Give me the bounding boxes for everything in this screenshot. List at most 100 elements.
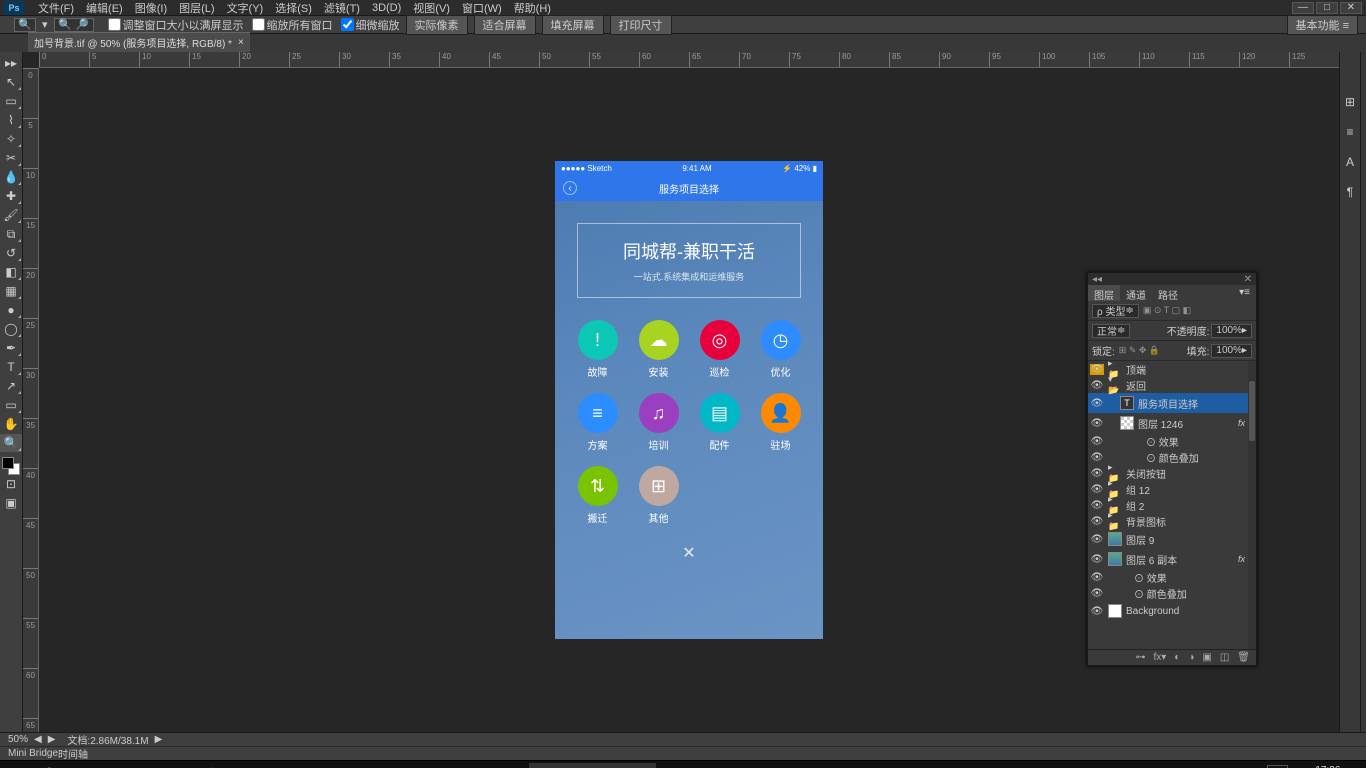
brush-tool[interactable]: 🖌 [0,206,22,224]
taskbar-window[interactable]: e上传案例_特创易 - ... [363,763,491,768]
taskbar-app[interactable]: e [164,763,196,768]
visibility-icon[interactable]: 👁 [1090,588,1104,599]
panel-close[interactable]: ✕ [1244,274,1252,285]
marquee-tool[interactable]: ▭ [0,92,22,110]
tab-timeline[interactable]: 时间轴 [58,746,88,761]
menu-item[interactable]: 选择(S) [269,0,318,16]
menu-item[interactable]: 滤镜(T) [318,0,366,16]
taskbar-window[interactable]: 🎨 [493,763,527,768]
visibility-icon[interactable]: 👁 [1090,484,1104,495]
hand-tool[interactable]: ✋ [0,415,22,433]
visibility-icon[interactable]: 👁 [1090,500,1104,511]
taskbar-app[interactable]: ▦ [324,763,356,768]
taskbar-app[interactable]: 🦊 [228,763,260,768]
opacity-input[interactable]: 100% ▸ [1211,324,1252,338]
resize-win-cb[interactable] [108,18,121,31]
fx-icon[interactable]: fx▾ [1153,652,1166,663]
taskbar-app[interactable]: O [292,763,324,768]
blend-mode[interactable]: 正常 ≑ [1092,324,1130,338]
layer-row[interactable]: 👁T服务项目选择 [1088,393,1256,413]
stamp-tool[interactable]: ⧉ [0,225,22,243]
panel-icon[interactable]: ⊞ [1340,92,1360,112]
taskbar-app[interactable]: 🛍 [132,763,164,768]
filter-kind[interactable]: ρ 类型 ≑ [1092,304,1139,318]
zoom-mode[interactable]: 🔍 🔎 [54,18,94,32]
menu-item[interactable]: 图像(I) [129,0,173,16]
trash-icon[interactable]: 🗑 [1237,652,1250,663]
layer-row[interactable]: 👁⊙ 颜色叠加 [1088,585,1256,601]
history-brush-tool[interactable]: ↺ [0,244,22,262]
fit-screen-button[interactable]: 适合屏幕 [474,15,536,35]
panel-menu[interactable]: ▾≡ [1233,285,1256,301]
layer-row[interactable]: 👁▸ 📁背景图标 [1088,513,1256,529]
visibility-icon[interactable]: 👁 [1090,398,1104,409]
fill-input[interactable]: 100% ▸ [1211,344,1252,358]
mask-icon[interactable]: ◐ [1174,652,1180,663]
link-icon[interactable]: ⊶ [1135,652,1145,663]
taskbar-app[interactable]: ⊞ [4,763,36,768]
menu-item[interactable]: 文字(Y) [221,0,270,16]
visibility-icon[interactable]: 👁 [1090,516,1104,527]
tab-layers[interactable]: 图层 [1088,285,1120,301]
close-button[interactable]: ✕ [1340,2,1362,14]
actual-px-button[interactable]: 实际像素 [406,15,468,35]
ime[interactable]: 中 [1267,765,1288,768]
scrubby-cb[interactable] [341,18,354,31]
menu-item[interactable]: 编辑(E) [80,0,129,16]
panel-icon[interactable]: A [1340,152,1360,172]
taskbar-app[interactable]: 🔍 [36,763,68,768]
layers-scrollbar[interactable] [1248,361,1256,649]
panel-tab[interactable]: ◆颜色 [1361,52,1366,74]
visibility-icon[interactable]: 👁 [1090,534,1104,545]
crop-tool[interactable]: ✂ [0,149,22,167]
panel-tab[interactable]: A样式 [1361,118,1366,140]
move-tool[interactable]: ↖ [0,73,22,91]
layer-row[interactable]: 👁⊙ 效果 [1088,433,1256,449]
workspace-select[interactable]: 基本功能 ≡ [1287,15,1358,35]
panel-tab[interactable]: ⊞色板 [1361,74,1366,96]
zoom-all-cb[interactable] [252,18,265,31]
taskbar-app[interactable]: ◉ [260,763,292,768]
screen-mode[interactable]: ▣ [0,494,22,512]
taskbar-app[interactable]: 📁 [100,763,132,768]
visibility-icon[interactable]: 👁 [1090,452,1104,463]
quickmask[interactable]: ⊡ [0,475,22,493]
panel-icon[interactable]: ≡ [1340,122,1360,142]
visibility-icon[interactable]: 👁 [1090,468,1104,479]
layer-row[interactable]: 👁图层 6 副本fx ▾ [1088,549,1256,569]
pen-tool[interactable]: ✒ [0,339,22,357]
taskbar-app[interactable]: ❐ [68,763,100,768]
tab-close-icon[interactable]: × [238,37,244,48]
menu-item[interactable]: 3D(D) [366,2,407,14]
type-tool[interactable]: T [0,358,22,376]
eyedropper-tool[interactable]: 💧 [0,168,22,186]
heal-tool[interactable]: ✚ [0,187,22,205]
layer-row[interactable]: 👁⊙ 效果 [1088,569,1256,585]
dodge-tool[interactable]: ◯ [0,320,22,338]
tool-icon[interactable]: 🔍 [14,18,36,32]
menu-item[interactable]: 图层(L) [173,0,220,16]
new-icon[interactable]: ◫ [1220,652,1229,663]
grip[interactable]: ▸▸ [0,54,22,72]
menu-item[interactable]: 帮助(H) [508,0,557,16]
visibility-icon[interactable]: 👁 [1090,436,1104,447]
clock[interactable]: 17:262016/4/15 [1296,765,1341,768]
visibility-icon[interactable]: 👁 [1090,572,1104,583]
panel-icon[interactable]: ¶ [1340,182,1360,202]
zoom-level[interactable]: 50% [8,734,28,745]
doc-tab[interactable]: 加号背景.tif @ 50% (服务项目选择, RGB/8) * × [28,32,250,52]
menu-item[interactable]: 窗口(W) [456,0,508,16]
eraser-tool[interactable]: ◧ [0,263,22,281]
panel-tab[interactable]: ≡调整 [1361,96,1366,118]
tab-minibridge[interactable]: Mini Bridge [8,748,58,759]
wand-tool[interactable]: ✧ [0,130,22,148]
shape-tool[interactable]: ▭ [0,396,22,414]
group-icon[interactable]: ▣ [1202,652,1211,663]
visibility-icon[interactable]: 👁 [1090,606,1104,617]
taskbar-window[interactable]: Ps加号背景.tif @ 50... [529,763,656,768]
layer-row[interactable]: 👁Background [1088,601,1256,621]
zoom-tool[interactable]: 🔍 [0,434,22,452]
adj-icon[interactable]: ◑ [1188,652,1194,663]
visibility-icon[interactable]: 👁 [1090,554,1104,565]
visibility-icon[interactable]: 👁 [1090,364,1104,375]
